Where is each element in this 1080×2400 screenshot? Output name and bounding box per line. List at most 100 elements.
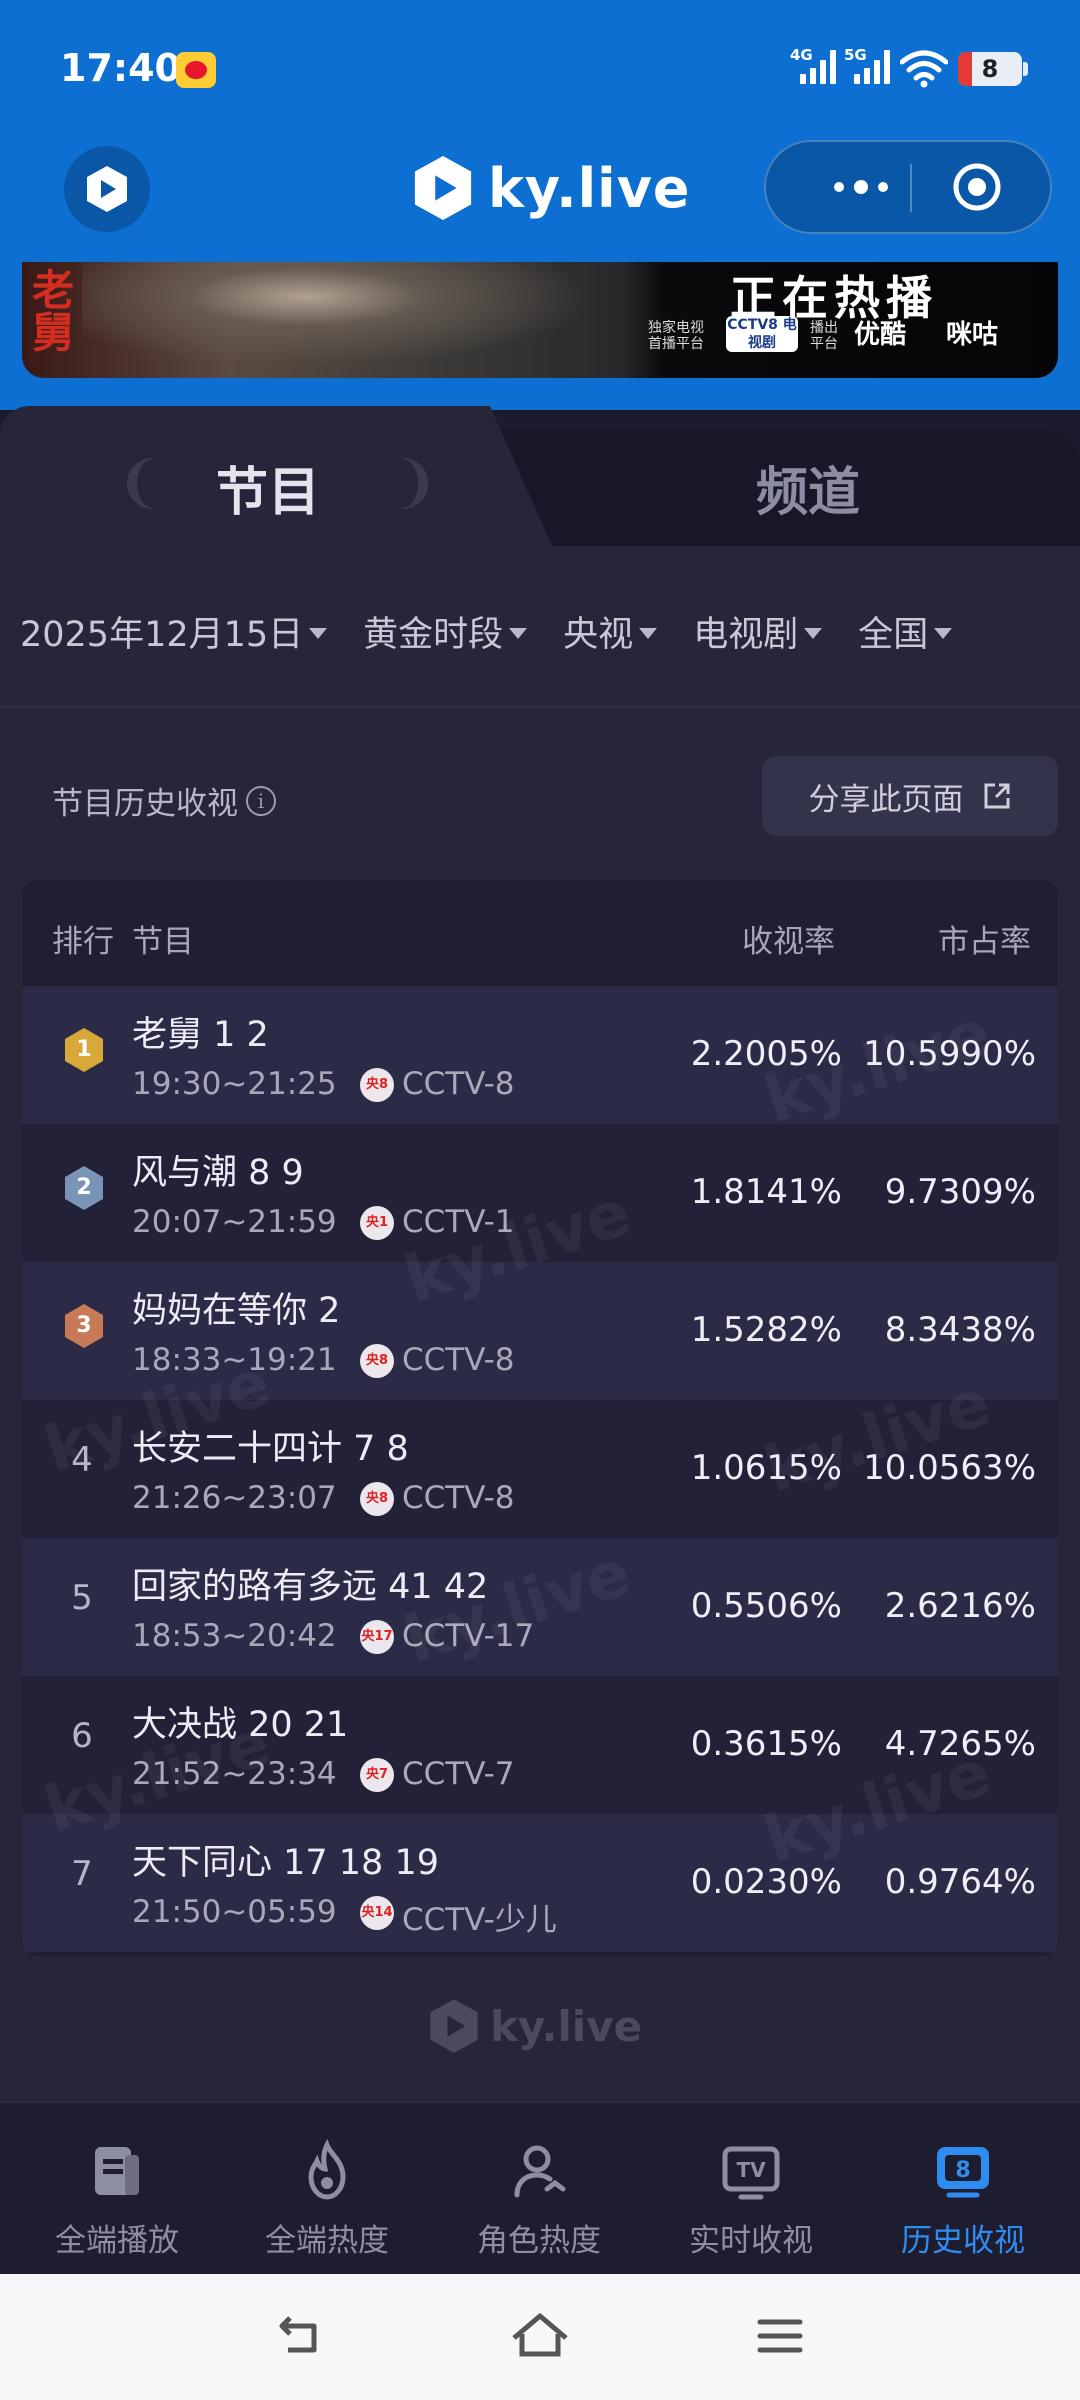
home-icon[interactable] bbox=[508, 2304, 572, 2368]
program-rating: 0.0230% bbox=[690, 1862, 842, 1902]
program-share: 9.7309% bbox=[884, 1172, 1036, 1212]
filter-genre[interactable]: 电视剧 bbox=[693, 606, 823, 657]
program-rating: 1.8141% bbox=[690, 1172, 842, 1212]
rank-number: 3 bbox=[76, 1313, 92, 1338]
filter-date-label: 2025年12月15日 bbox=[20, 614, 304, 655]
signal-5g-label: 5G bbox=[844, 46, 867, 64]
program-channel: CCTV-7 bbox=[402, 1756, 515, 1792]
rank-number: 7 bbox=[71, 1854, 93, 1894]
svg-text:TV: TV bbox=[736, 2158, 766, 2182]
col-share-header: 市占率 bbox=[938, 924, 1031, 960]
program-channel: CCTV-8 bbox=[402, 1480, 515, 1516]
program-rating: 0.3615% bbox=[690, 1724, 842, 1764]
program-title: 天下同心 17 18 19 bbox=[132, 1843, 439, 1883]
nav-label: 全端热度 bbox=[265, 2223, 389, 2259]
share-page-label: 分享此页面 bbox=[808, 781, 964, 818]
col-program-header: 节目 bbox=[132, 924, 194, 960]
program-time: 21:50~05:59 bbox=[132, 1894, 337, 1930]
status-time: 17:40 bbox=[60, 46, 181, 90]
col-rating-header: 收视率 bbox=[742, 924, 835, 960]
program-time: 19:30~21:25 bbox=[132, 1066, 337, 1102]
section-title-text: 节目历史收视 bbox=[52, 786, 238, 822]
system-nav-bar bbox=[0, 2274, 1080, 2400]
kylive-footer-icon bbox=[430, 1999, 478, 2053]
footer-logo: ky.live bbox=[428, 1996, 642, 2056]
filter-date[interactable]: 2025年12月15日 bbox=[20, 606, 328, 657]
nav-label: 实时收视 bbox=[689, 2223, 813, 2259]
filter-region[interactable]: 全国 bbox=[858, 606, 953, 657]
info-icon[interactable]: i bbox=[246, 785, 276, 816]
more-options-button[interactable] bbox=[806, 142, 916, 232]
drama-seal-logo: 老舅 bbox=[32, 266, 75, 357]
kylive-brand-icon bbox=[414, 156, 472, 220]
cctv8-badge: CCTV8 电视剧 bbox=[726, 316, 798, 352]
menu-icon[interactable] bbox=[748, 2304, 812, 2368]
program-rating: 1.5282% bbox=[690, 1310, 842, 1350]
rank-number: 2 bbox=[76, 1175, 92, 1200]
laurel-right-icon: ❩ bbox=[392, 450, 439, 515]
program-channel: CCTV-8 bbox=[402, 1066, 515, 1102]
back-icon[interactable] bbox=[268, 2304, 332, 2368]
battery-icon: 8 bbox=[958, 52, 1028, 86]
user-icon bbox=[514, 2145, 566, 2198]
nav-item-playback[interactable]: 全端播放 bbox=[12, 2139, 222, 2259]
channel-badge-icon: 央8 bbox=[360, 1068, 394, 1102]
nav-label: 全端播放 bbox=[55, 2223, 179, 2259]
filter-genre-label: 电视剧 bbox=[693, 614, 799, 655]
silver-medal-icon: 2 bbox=[62, 1164, 106, 1212]
gold-medal-icon: 1 bbox=[62, 1026, 106, 1074]
caret-down-icon bbox=[509, 627, 528, 639]
filter-region-label: 全国 bbox=[858, 614, 929, 655]
brand-title: ky.live bbox=[412, 148, 691, 228]
signal-4g-label: 4G bbox=[790, 46, 813, 64]
kylive-logo-icon bbox=[87, 166, 127, 212]
tab-programs[interactable]: 节目 bbox=[216, 450, 320, 525]
program-title: 风与潮 8 9 bbox=[132, 1153, 304, 1193]
nav-item-heat[interactable]: 全端热度 bbox=[222, 2138, 432, 2259]
caret-down-icon bbox=[309, 627, 328, 639]
app-logo-button[interactable] bbox=[64, 146, 150, 232]
program-title: 妈妈在等你 2 bbox=[132, 1291, 341, 1331]
caret-down-icon bbox=[639, 627, 658, 639]
filter-timeslot[interactable]: 黄金时段 bbox=[363, 606, 528, 657]
program-time: 21:26~23:07 bbox=[132, 1480, 337, 1516]
migu-logo: 咪咕 bbox=[946, 320, 999, 350]
divider bbox=[0, 706, 1080, 707]
filter-network[interactable]: 央视 bbox=[563, 606, 658, 657]
program-channel: CCTV-少儿 bbox=[402, 1902, 557, 1938]
channel-badge-icon: 央17 bbox=[360, 1620, 394, 1654]
flame-icon bbox=[308, 2138, 346, 2200]
bottom-nav: 全端播放 全端热度 角色热度 TV 实时收视 8 历史收视 bbox=[0, 2102, 1080, 2275]
nav-item-history[interactable]: 8 历史收视 bbox=[858, 2139, 1068, 2259]
caret-down-icon bbox=[934, 627, 953, 639]
promo-banner[interactable]: 老舅 正在热播 独家电视 首播平台 CCTV8 电视剧 播出 平台 优酷 咪咕 bbox=[22, 262, 1058, 378]
youku-logo: 优酷 bbox=[854, 320, 907, 350]
close-miniapp-button[interactable] bbox=[952, 162, 1002, 212]
channel-badge-icon: 央1 bbox=[360, 1206, 394, 1240]
external-link-icon bbox=[984, 783, 1009, 809]
rank-number: 1 bbox=[76, 1037, 92, 1062]
brand-name: ky.live bbox=[488, 156, 691, 220]
nav-item-realtime[interactable]: TV 实时收视 bbox=[646, 2139, 856, 2259]
program-channel: CCTV-8 bbox=[402, 1342, 515, 1378]
banner-left-small: 独家电视 首播平台 bbox=[648, 320, 704, 352]
channel-badge-icon: 央8 bbox=[360, 1482, 394, 1516]
ratings-table: 排行 节目 收视率 市占率 1 老舅 1 2 19:30~21:25 央8 CC… bbox=[22, 880, 1058, 1956]
tv-icon: TV bbox=[722, 2146, 780, 2200]
share-page-button[interactable]: 分享此页面 bbox=[762, 756, 1058, 836]
status-bar: 17:40 4G 5G 8 bbox=[0, 0, 1080, 140]
rank-number: 5 bbox=[71, 1578, 93, 1618]
program-time: 20:07~21:59 bbox=[132, 1204, 337, 1240]
tab-channels[interactable]: 频道 bbox=[756, 450, 860, 525]
signal-4g-icon: 4G bbox=[790, 46, 836, 84]
caret-down-icon bbox=[804, 627, 823, 639]
filter-network-label: 央视 bbox=[563, 614, 634, 655]
nav-item-roles[interactable]: 角色热度 bbox=[434, 2139, 644, 2259]
filter-bar: 2025年12月15日 黄金时段 央视 电视剧 全国 bbox=[20, 606, 953, 657]
history-icon: 8 bbox=[937, 2147, 989, 2198]
section-title: 节目历史收视 i bbox=[52, 778, 276, 823]
miniapp-capsule bbox=[764, 140, 1052, 234]
program-share: 8.3438% bbox=[884, 1310, 1036, 1350]
book-icon bbox=[95, 2147, 139, 2195]
program-rating: 0.5506% bbox=[690, 1586, 842, 1626]
